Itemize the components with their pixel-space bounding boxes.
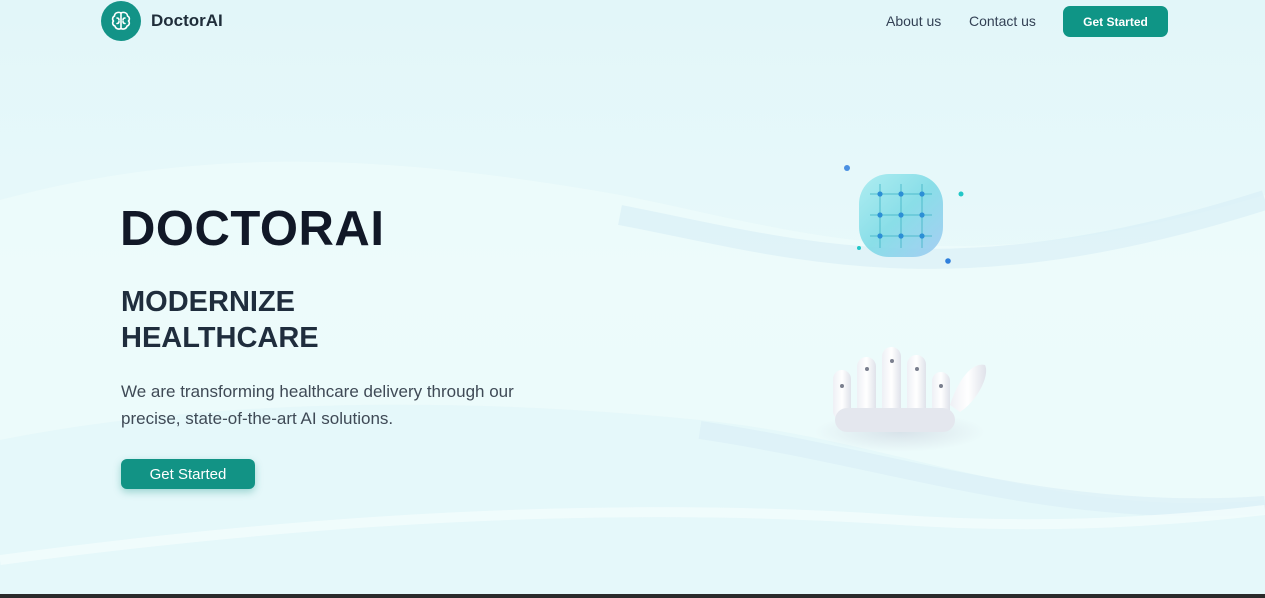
nav-about-us[interactable]: About us: [886, 13, 941, 29]
hero-description: We are transforming healthcare delivery …: [121, 382, 514, 428]
brand-logo[interactable]: DoctorAI: [101, 1, 223, 41]
header-get-started-button[interactable]: Get Started: [1063, 6, 1168, 37]
hero-get-started-button[interactable]: Get Started: [121, 459, 255, 489]
circuit-grid-icon: [859, 174, 943, 257]
landing-page: DoctorAI About us Contact us Get Started…: [0, 0, 1265, 598]
ai-hand-illustration: [815, 165, 987, 452]
robot-hand-icon: [815, 347, 987, 452]
hero-subtitle: MODERNIZE HEALTHCARE: [121, 286, 319, 354]
brand-name: DoctorAI: [151, 11, 223, 30]
brain-icon: [101, 1, 141, 41]
nav-contact-us[interactable]: Contact us: [969, 13, 1036, 29]
window-bottom-edge: [0, 594, 1265, 598]
hero-title: DOCTORAI: [120, 202, 385, 256]
